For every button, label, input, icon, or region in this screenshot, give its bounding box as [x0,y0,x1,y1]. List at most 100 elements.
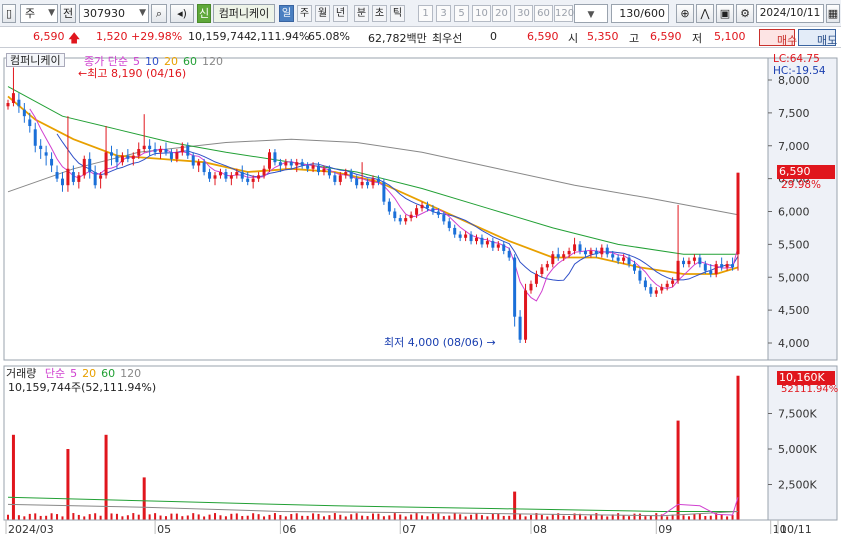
volume-bar [617,513,620,520]
date-input[interactable]: 2024/10/11 [756,4,824,23]
price-y-tick-label: 5,500 [778,238,810,251]
sound-icon[interactable]: ◂) [170,4,194,23]
interval-button[interactable]: 30 [514,5,533,22]
volume-bar [279,515,282,520]
period-tab[interactable]: 월 [315,5,330,22]
period-tab[interactable]: 틱 [390,5,405,22]
calendar-icon[interactable]: ▦ [826,4,840,23]
candle-body [709,270,713,274]
buy-button[interactable]: 매수 [759,29,797,47]
interval-button[interactable]: 120 [554,5,574,22]
candle-body [376,178,380,182]
market-select[interactable]: 주 ▼ [20,4,58,23]
volume-bar [88,514,91,520]
volume-bar [459,514,462,520]
chevron-down-icon: ▼ [48,8,55,18]
candle-body [731,264,735,268]
count-input[interactable]: 130/600 [611,4,669,23]
candle-body [284,162,288,166]
volume-bar [687,516,690,520]
volume-bar [252,513,255,520]
period-tab[interactable]: 주 [297,5,312,22]
candle-body [33,129,37,146]
price-panel-stock-tag[interactable]: 컴퍼니케이 [6,53,65,67]
quote-change: 1,520 [96,30,128,43]
candle-body [398,218,402,222]
volume-bar [268,514,271,520]
volume-bar [693,513,696,520]
candle-body [502,244,506,251]
interval-button[interactable]: 5 [454,5,469,22]
candle-body [518,316,522,340]
volume-bar [192,513,195,520]
volume-bar [355,513,358,520]
quote-current: 6,590 [527,30,559,43]
candle-body [50,158,54,166]
candle-body [638,270,642,281]
volume-bar [246,515,249,520]
period-tab[interactable]: 초 [372,5,387,22]
candle-body [39,145,43,150]
candle-body [159,149,163,153]
quote-high-label: 고 [629,32,640,45]
lc-label: LC:64.75 [773,53,820,65]
candle-body [17,99,21,107]
image-save-icon[interactable]: ⋀ [696,4,714,23]
volume-bar [551,514,554,520]
code-input[interactable]: 307930 ▼ [79,4,149,23]
interval-select[interactable]: ▼ [574,4,608,23]
volume-bar [126,515,129,520]
candle-body [660,287,664,291]
candle-body [453,227,457,235]
prefix-button[interactable]: 전 [60,4,76,23]
candle-body [714,264,718,274]
period-tab[interactable]: 일 [279,5,294,22]
volume-bar [410,514,413,520]
volume-bar [154,513,157,520]
candle-body [28,119,32,127]
period-tab[interactable]: 년 [333,5,348,22]
interval-button[interactable]: 10 [472,5,491,22]
candle-body [556,254,560,258]
window-menu-icon[interactable]: ▯ [2,4,16,23]
interval-button[interactable]: 1 [418,5,433,22]
search-icon[interactable]: ⌕ [151,4,167,23]
candle-body [513,257,517,317]
volume-bar [164,516,167,520]
candle-body [224,172,228,179]
period-tab[interactable]: 분 [354,5,369,22]
volume-bar [709,515,712,520]
price-legend-item: 120 [201,55,223,68]
volume-bar [115,513,118,520]
save-icon[interactable]: ▣ [716,4,734,23]
volume-bar [45,515,48,520]
interval-button[interactable]: 60 [534,5,553,22]
candle-body [551,254,555,265]
candle-body [464,234,468,238]
interval-button[interactable]: 20 [492,5,511,22]
candle-body [567,250,571,255]
candle-body [148,145,152,150]
sell-label: 매도 [817,34,838,47]
candle-body [169,152,173,159]
candle-body [534,273,538,284]
chart-canvas[interactable]: 8,0007,5007,0006,5006,0005,5005,0004,500… [0,48,841,542]
volume-bar [546,516,549,520]
gear-icon[interactable]: ⚙ [736,4,754,23]
price-y-tick-label: 6,000 [778,206,810,219]
volume-bar [726,516,729,520]
interval-button[interactable]: 3 [436,5,451,22]
candle-body [682,260,686,265]
low-annotation: 최저 4,000 (08/06) → [384,334,496,350]
chart-settings-icon[interactable]: ⊕ [676,4,694,23]
volume-bar [61,516,64,520]
candle-body [720,264,724,268]
volume-bar [529,515,532,520]
prefix-label: 전 [62,7,74,20]
candle-body [257,175,261,179]
volume-bar [704,516,707,520]
sell-button[interactable]: 매도 [798,29,838,47]
candle-body [600,247,604,255]
chart-area[interactable]: 8,000 7,500 7,000 6,500 6,000 5,500 5,000 4,500… [0,48,841,542]
price-y-tick-label: 7,000 [778,140,810,153]
